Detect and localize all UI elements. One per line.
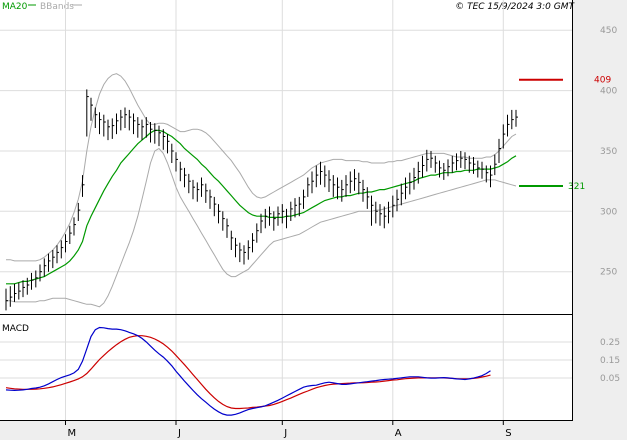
price-tick-label: 350 (600, 147, 617, 157)
copyright-text: © TEC 15/9/2024 3:0 GMT (455, 2, 575, 12)
macd-tick-label: 0.15 (600, 356, 620, 366)
macd-tick-label: 0.25 (600, 338, 620, 348)
legend-ma20: MA20 (2, 2, 28, 12)
support-label: 321 (568, 182, 585, 192)
price-tick-label: 250 (600, 268, 617, 278)
time-tick-label: S (505, 428, 511, 439)
price-tick-label: 300 (600, 207, 617, 217)
chart-background (0, 0, 627, 440)
stock-chart: MA20 BBands © TEC 15/9/2024 3:0 GMT 409 3… (0, 0, 627, 440)
time-tick-label: A (395, 428, 402, 439)
price-tick-label: 450 (600, 26, 617, 36)
price-tick-label: 400 (600, 87, 617, 97)
macd-title: MACD (2, 324, 29, 334)
time-tick-label: J (283, 428, 287, 439)
macd-tick-label: 0.05 (600, 374, 620, 384)
time-tick-label: M (68, 428, 77, 439)
legend-bbands: BBands (40, 2, 74, 12)
resistance-label: 409 (594, 76, 611, 86)
time-tick-label: J (177, 428, 181, 439)
time-axis-panel (0, 421, 627, 440)
